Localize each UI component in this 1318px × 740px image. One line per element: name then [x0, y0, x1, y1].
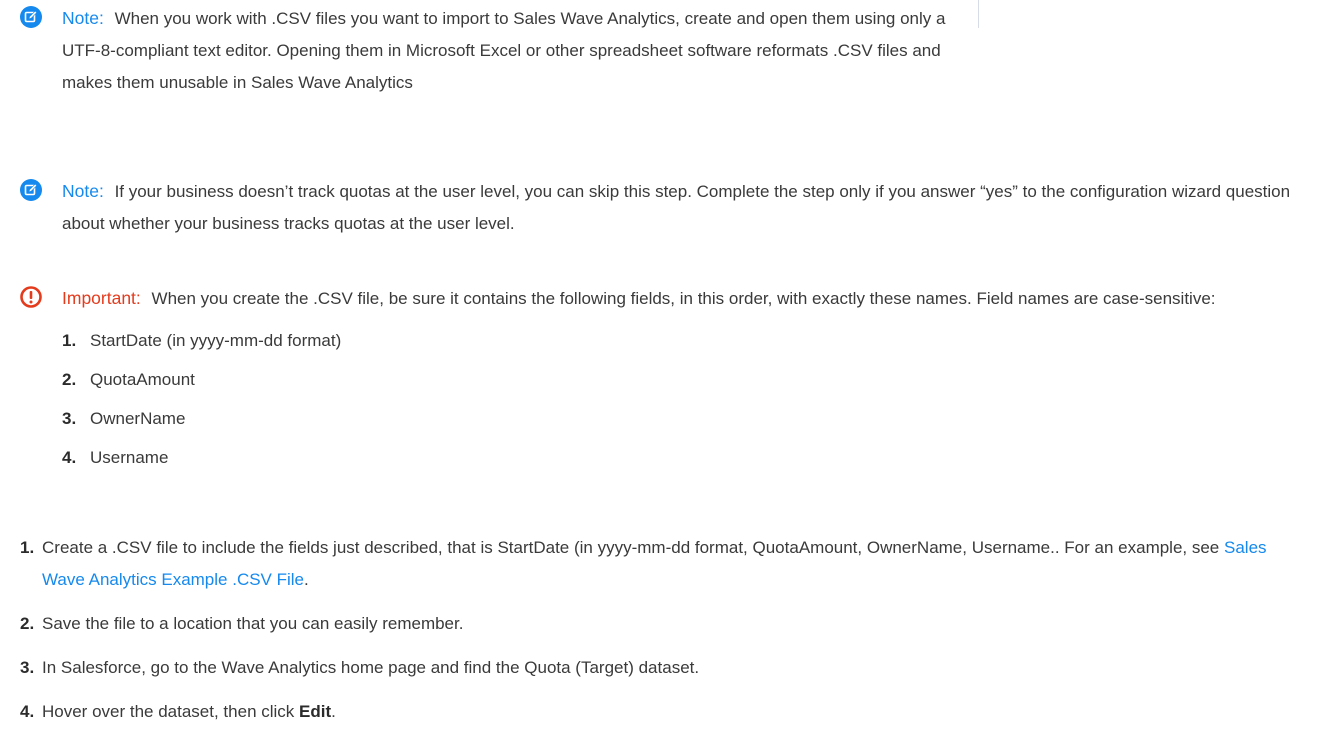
procedure-steps: 1. Create a .CSV file to include the fie… [20, 532, 1300, 740]
step-item: 2. Save the file to a location that you … [20, 608, 1300, 640]
step-number: 2. [20, 614, 35, 633]
step-number: 4. [20, 702, 35, 721]
list-item: 2. QuotaAmount [62, 367, 1300, 393]
field-list: 1. StartDate (in yyyy-mm-dd format) 2. Q… [62, 328, 1300, 471]
list-item: 3. OwnerName [62, 406, 1300, 432]
step-item: 3. In Salesforce, go to the Wave Analyti… [20, 652, 1300, 684]
step-text: Create a .CSV file to include the fields… [42, 532, 1300, 596]
exclamation-circle-icon [20, 286, 42, 308]
field-name: StartDate (in yyyy-mm-dd format) [90, 331, 342, 350]
note-body: Note: If your business doesn’t track quo… [62, 175, 1300, 240]
important-text: When you create the .CSV file, be sure i… [151, 289, 1216, 308]
step-number: 3. [20, 658, 35, 677]
important-callout-fields: Important: When you create the .CSV file… [20, 282, 1300, 471]
step-text-main: Hover over the dataset, then click [42, 702, 300, 721]
step-text-end: . [304, 570, 309, 589]
step-text: In Salesforce, go to the Wave Analytics … [42, 658, 700, 677]
field-name: QuotaAmount [90, 370, 195, 389]
step-text: Save the file to a location that you can… [42, 614, 464, 633]
field-name: Username [90, 448, 169, 467]
list-item: 1. StartDate (in yyyy-mm-dd format) [62, 328, 1300, 354]
note-callout-quotas: Note: If your business doesn’t track quo… [20, 175, 1300, 240]
important-body: Important: When you create the .CSV file… [62, 282, 1300, 471]
edit-note-icon [20, 6, 42, 28]
note-label: Note: [62, 8, 104, 28]
field-name: OwnerName [90, 409, 186, 428]
note-body: Note: When you work with .CSV files you … [62, 2, 950, 99]
step-item: 1. Create a .CSV file to include the fie… [20, 532, 1300, 596]
step-text-main: Create a .CSV file to include the fields… [42, 538, 1224, 557]
list-number: 4. [62, 448, 77, 467]
step-text: Hover over the dataset, then click Edit. [42, 696, 336, 728]
edit-note-icon [20, 179, 42, 201]
list-number: 2. [62, 370, 77, 389]
list-item: 4. Username [62, 445, 1300, 471]
note-label: Note: [62, 181, 104, 201]
edit-action-label: Edit [299, 702, 332, 721]
important-label: Important: [62, 288, 141, 308]
step-number: 1. [20, 538, 35, 557]
note-callout-csv-editor: Note: When you work with .CSV files you … [20, 2, 950, 99]
list-number: 3. [62, 409, 77, 428]
list-number: 1. [62, 331, 77, 350]
step-text-end: . [331, 702, 336, 721]
note-text: When you work with .CSV files you want t… [62, 9, 946, 92]
note-text: If your business doesn’t track quotas at… [62, 182, 1291, 233]
column-divider [978, 0, 979, 28]
step-item: 4. Hover over the dataset, then click Ed… [20, 696, 1300, 728]
